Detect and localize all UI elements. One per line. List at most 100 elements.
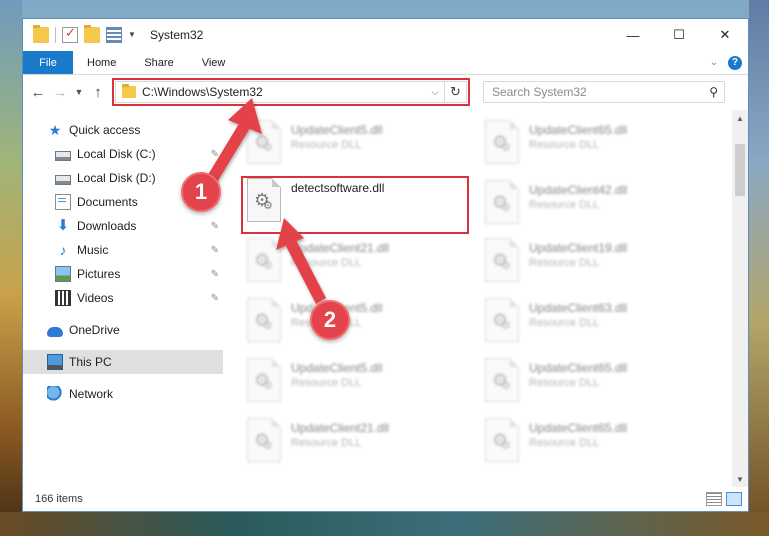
file-name: detectsoftware.dll [291,181,385,195]
desktop-wallpaper-left [0,0,22,536]
gear-icon: ⚙ [263,440,273,452]
download-icon: ⬇ [56,217,70,234]
pin-icon[interactable]: ✎ [211,149,219,160]
pictures-icon [55,266,71,282]
tab-share[interactable]: Share [130,51,187,74]
item-count: 166 items [35,493,83,505]
sidebar-item-local-disk-c[interactable]: Local Disk (C:) ✎ [23,142,223,166]
maximize-button[interactable]: ☐ [656,19,702,51]
file-text: UpdateClient63.dll Resource DLL [529,298,627,329]
sidebar-item-quick-access[interactable]: ★ Quick access [23,118,223,142]
file-tile[interactable]: ⚙ ⚙ UpdateClient63.dll Resource DLL [485,298,705,348]
step-2-badge: 2 [310,300,350,340]
sidebar-item-network[interactable]: Network [23,382,223,406]
pin-icon[interactable]: ✎ [211,269,219,280]
sidebar-item-downloads[interactable]: ⬇ Downloads ✎ [23,214,223,238]
drive-icon [55,174,71,185]
dll-file-icon: ⚙ ⚙ [485,180,519,224]
file-text: UpdateClient19.dll Resource DLL [529,238,627,269]
pin-icon[interactable]: ✎ [211,245,219,256]
file-text: UpdateClient65.dll Resource DLL [529,358,627,389]
quick-access-toolbar: ▼ [23,25,136,43]
new-folder-icon[interactable] [84,25,100,43]
sidebar-item-pictures[interactable]: Pictures ✎ [23,262,223,286]
file-tile[interactable]: ⚙ ⚙ UpdateClient19.dll Resource DLL [485,238,705,288]
file-tile[interactable]: ⚙ ⚙ UpdateClient21.dll Resource DLL [247,238,467,288]
file-tile[interactable]: ⚙ ⚙ UpdateClient65.dll Resource DLL [485,120,705,170]
file-text: UpdateClient65.dll Resource DLL [529,120,627,151]
sidebar-item-label: Local Disk (C:) [77,147,156,161]
back-arrow-icon[interactable]: ← [29,81,47,103]
file-type: Resource DLL [529,257,600,269]
dll-file-icon: ⚙ ⚙ [247,178,281,222]
search-box[interactable]: Search System32 ⚲ [483,81,725,103]
file-name: UpdateClient42.dll [529,183,628,197]
gear-icon: ⚙ [501,320,511,332]
large-icons-view-icon[interactable] [726,492,742,506]
folder-icon [122,84,136,98]
dll-file-icon: ⚙ ⚙ [247,418,281,462]
help-icon[interactable]: ? [728,55,742,70]
scroll-down-icon[interactable]: ▼ [732,471,748,487]
gear-icon: ⚙ [501,380,511,392]
sidebar-item-videos[interactable]: Videos ✎ [23,286,223,310]
search-input[interactable]: Search System32 [492,85,587,99]
sidebar-item-music[interactable]: ♪ Music ✎ [23,238,223,262]
file-tile[interactable]: ⚙ ⚙ UpdateClient65.dll Resource DLL [485,418,705,468]
details-view-icon[interactable] [706,492,722,506]
gear-icon: ⚙ [501,202,511,214]
sidebar-item-this-pc[interactable]: This PC [23,350,223,374]
dll-file-icon: ⚙ ⚙ [485,120,519,164]
navigation-pane: ★ Quick access Local Disk (C:) ✎ Local D… [23,110,223,487]
file-name: UpdateClient5.dll [291,361,383,375]
scrollbar-thumb[interactable] [735,144,745,196]
address-bar[interactable]: C:\Windows\System32 ⌵ ↻ [112,78,470,106]
file-name: UpdateClient21.dll [291,421,390,435]
pin-icon[interactable]: ✎ [211,293,219,304]
title-bar: ▼ System32 — ☐ ✕ [23,19,748,51]
tab-view[interactable]: View [188,51,240,74]
file-tile-detectsoftware[interactable]: ⚙ ⚙ detectsoftware.dll [247,178,467,228]
chevron-down-icon[interactable]: ⌵ [426,82,444,102]
status-bar: 166 items [23,487,748,511]
sidebar-item-label: Network [69,387,114,401]
sidebar-item-label: Local Disk (D:) [77,171,156,185]
sidebar-item-label: Pictures [77,267,121,281]
tab-home[interactable]: Home [73,51,130,74]
minimize-button[interactable]: — [610,19,656,51]
pin-icon[interactable]: ✎ [211,221,219,232]
music-icon: ♪ [59,242,67,258]
file-type: Resource DLL [291,437,362,449]
file-text: UpdateClient65.dll Resource DLL [529,418,627,449]
sidebar-item-onedrive[interactable]: OneDrive [23,318,223,342]
documents-icon [55,194,71,210]
tab-file[interactable]: File [23,51,73,74]
file-type: Resource DLL [529,139,600,151]
folder-icon [33,25,49,43]
file-tile[interactable]: ⚙⚙ UpdateClient5.dllResource DLL [247,298,467,348]
scroll-up-icon[interactable]: ▲ [732,110,748,126]
up-arrow-icon[interactable]: ↑ [89,81,107,103]
close-button[interactable]: ✕ [702,19,748,51]
window-controls: — ☐ ✕ [610,19,748,51]
chevron-down-icon[interactable]: ▼ [128,27,136,43]
file-type: Resource DLL [291,257,362,269]
gear-icon: ⚙ [263,260,273,272]
file-tile[interactable]: ⚙ ⚙ UpdateClient42.dll Resource DLL [485,180,705,230]
forward-arrow-icon[interactable]: → [51,81,69,103]
expand-ribbon-icon[interactable]: ⌄ [710,57,718,68]
recent-locations-icon[interactable]: ▼ [73,81,85,103]
desktop-wallpaper-bottom [0,512,769,536]
customize-icon[interactable] [106,27,122,43]
properties-check-icon[interactable] [62,25,78,43]
file-tile[interactable]: ⚙ ⚙ UpdateClient21.dll Resource DLL [247,418,467,468]
search-icon[interactable]: ⚲ [709,85,718,99]
vertical-scrollbar[interactable]: ▲ ▼ [732,110,748,487]
sidebar-item-label: This PC [69,355,112,369]
file-tile[interactable]: ⚙⚙ UpdateClient5.dllResource DLL [247,120,467,170]
address-path[interactable]: C:\Windows\System32 [142,85,263,99]
file-tile[interactable]: ⚙⚙ UpdateClient5.dllResource DLL [247,358,467,408]
file-tile[interactable]: ⚙ ⚙ UpdateClient65.dll Resource DLL [485,358,705,408]
refresh-icon[interactable]: ↻ [444,82,466,102]
